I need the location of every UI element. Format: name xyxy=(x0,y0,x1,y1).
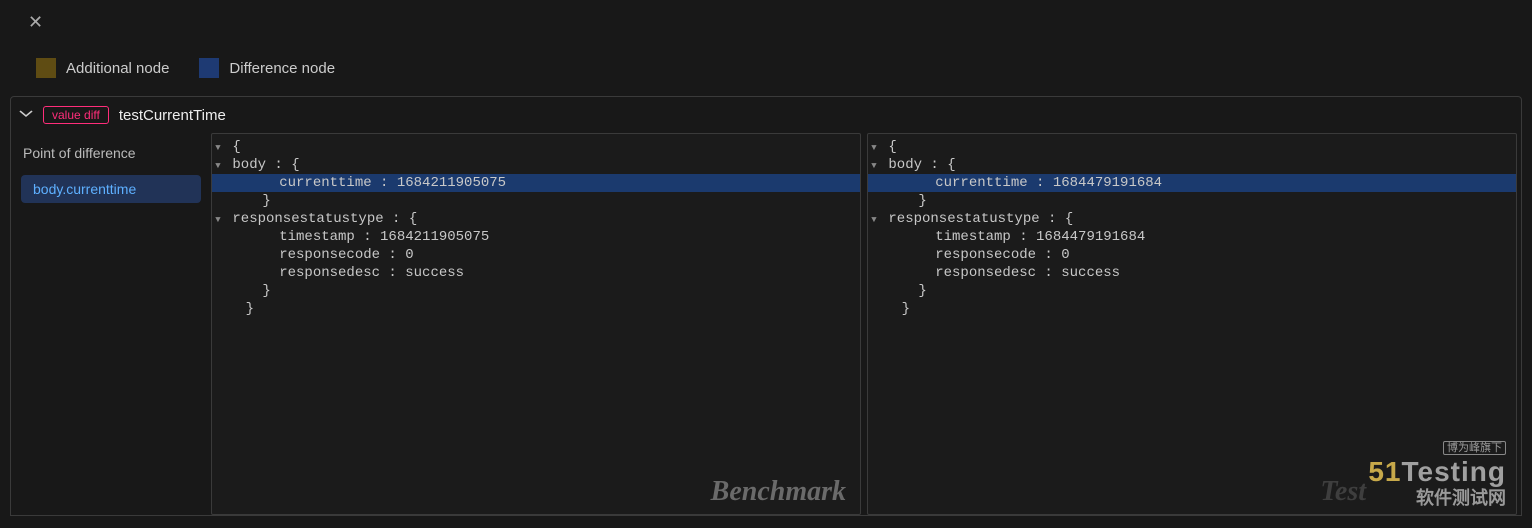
brand-tag: 博为峰旗下 xyxy=(1443,441,1506,455)
benchmark-watermark: Benchmark xyxy=(711,476,846,508)
tree-row[interactable]: responsecode : 0 xyxy=(868,246,1516,264)
collapse-icon[interactable] xyxy=(18,107,35,124)
tree-row[interactable]: responsestatustype : { xyxy=(212,210,860,228)
tree-row[interactable]: } xyxy=(212,300,860,318)
tree-row[interactable]: body : { xyxy=(868,156,1516,174)
tree-row[interactable]: responsestatustype : { xyxy=(868,210,1516,228)
right-tree: { body : { currenttime : 1684479191684 }… xyxy=(868,134,1516,322)
tree-row[interactable]: { xyxy=(868,138,1516,156)
value: success xyxy=(1061,265,1120,281)
diff-panes: { body : { currenttime : 1684211905075 }… xyxy=(211,133,1521,515)
tree-row[interactable]: } xyxy=(868,282,1516,300)
additional-label: Additional node xyxy=(66,60,169,77)
tree-row[interactable]: responsedesc : success xyxy=(868,264,1516,282)
brand-b: Testing xyxy=(1402,456,1506,487)
brand-watermark: 博为峰旗下 51Testing 软件测试网 xyxy=(1368,438,1506,510)
tree-row[interactable]: } xyxy=(868,192,1516,210)
chevron-down-icon[interactable] xyxy=(868,139,880,155)
chevron-down-icon[interactable] xyxy=(212,211,224,227)
additional-swatch xyxy=(36,58,56,78)
tree-row-highlighted[interactable]: currenttime : 1684479191684 xyxy=(868,174,1516,192)
diff-panel: value diff testCurrentTime Point of diff… xyxy=(10,96,1522,516)
value: 1684211905075 xyxy=(397,175,506,191)
chevron-down-icon[interactable] xyxy=(212,139,224,155)
test-watermark: Test xyxy=(1320,476,1366,508)
close-icon[interactable]: ✕ xyxy=(28,12,43,33)
sidebar: Point of difference body.currenttime xyxy=(11,133,211,515)
right-pane: { body : { currenttime : 1684479191684 }… xyxy=(867,133,1517,515)
tree-row[interactable]: } xyxy=(212,192,860,210)
tree-row-highlighted[interactable]: currenttime : 1684211905075 xyxy=(212,174,860,192)
value: 0 xyxy=(405,247,413,263)
left-pane: { body : { currenttime : 1684211905075 }… xyxy=(211,133,861,515)
brand-a: 51 xyxy=(1368,456,1401,487)
chevron-down-icon[interactable] xyxy=(868,157,880,173)
value: 1684479191684 xyxy=(1053,175,1162,191)
tree-row[interactable]: } xyxy=(212,282,860,300)
tree-row[interactable]: responsecode : 0 xyxy=(212,246,860,264)
chevron-down-icon[interactable] xyxy=(868,211,880,227)
panel-body: Point of difference body.currenttime { b… xyxy=(11,133,1521,515)
value: 1684211905075 xyxy=(380,229,489,245)
panel-header: value diff testCurrentTime xyxy=(11,97,1521,133)
value: 1684479191684 xyxy=(1036,229,1145,245)
sidebar-title: Point of difference xyxy=(23,145,201,161)
tree-row[interactable]: } xyxy=(868,300,1516,318)
tree-row[interactable]: body : { xyxy=(212,156,860,174)
difference-label: Difference node xyxy=(229,60,335,77)
top-bar: ✕ xyxy=(0,0,1532,44)
left-tree: { body : { currenttime : 1684211905075 }… xyxy=(212,134,860,322)
value: success xyxy=(405,265,464,281)
tree-row[interactable]: { xyxy=(212,138,860,156)
tree-row[interactable]: timestamp : 1684211905075 xyxy=(212,228,860,246)
difference-swatch xyxy=(199,58,219,78)
diff-title: testCurrentTime xyxy=(119,107,226,124)
tree-row[interactable]: responsedesc : success xyxy=(212,264,860,282)
legend-bar: Additional node Difference node xyxy=(0,44,1532,92)
value: 0 xyxy=(1061,247,1069,263)
tree-row[interactable]: timestamp : 1684479191684 xyxy=(868,228,1516,246)
chevron-down-icon[interactable] xyxy=(212,157,224,173)
diff-path-item[interactable]: body.currenttime xyxy=(21,175,201,203)
value-diff-badge: value diff xyxy=(43,106,109,124)
